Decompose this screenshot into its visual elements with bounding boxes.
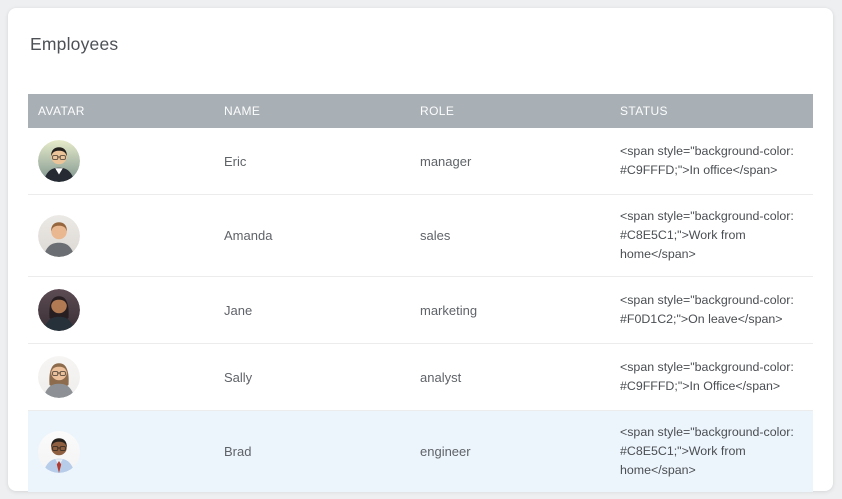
avatar-cell [28,195,214,277]
table-row[interactable]: Jane marketing <span style="background-c… [28,277,813,344]
status-cell: <span style="background-color: #C8E5C1;"… [610,411,813,493]
employees-card: Employees AVATAR NAME ROLE STATUS [8,8,833,491]
column-header-avatar: AVATAR [28,94,214,128]
column-header-role: ROLE [410,94,610,128]
status-cell: <span style="background-color: #F0D1C2;"… [610,277,813,344]
avatar-cell [28,344,214,411]
name-cell: Jane [214,277,410,344]
avatar [38,215,80,257]
table-header: AVATAR NAME ROLE STATUS [28,94,813,128]
name-cell: Brad [214,411,410,493]
status-cell: <span style="background-color: #C8E5C1;"… [610,195,813,277]
table-header-row: AVATAR NAME ROLE STATUS [28,94,813,128]
avatar [38,356,80,398]
status-cell: <span style="background-color: #C9FFFD;"… [610,128,813,195]
role-cell: manager [410,128,610,195]
table-row[interactable]: Amanda sales <span style="background-col… [28,195,813,277]
column-header-status: STATUS [610,94,813,128]
table-row[interactable]: Eric manager <span style="background-col… [28,128,813,195]
name-cell: Amanda [214,195,410,277]
name-cell: Eric [214,128,410,195]
avatar [38,431,80,473]
employees-table: AVATAR NAME ROLE STATUS [28,94,813,492]
role-cell: marketing [410,277,610,344]
page-title: Employees [8,8,833,54]
role-cell: analyst [410,344,610,411]
avatar-cell [28,128,214,195]
avatar [38,140,80,182]
status-cell: <span style="background-color: #C9FFFD;"… [610,344,813,411]
column-header-name: NAME [214,94,410,128]
avatar-cell [28,411,214,493]
role-cell: engineer [410,411,610,493]
role-cell: sales [410,195,610,277]
avatar-cell [28,277,214,344]
name-cell: Sally [214,344,410,411]
table-container: AVATAR NAME ROLE STATUS [28,94,813,492]
table-row[interactable]: Brad engineer <span style="background-co… [28,411,813,493]
table-row[interactable]: Sally analyst <span style="background-co… [28,344,813,411]
avatar [38,289,80,331]
